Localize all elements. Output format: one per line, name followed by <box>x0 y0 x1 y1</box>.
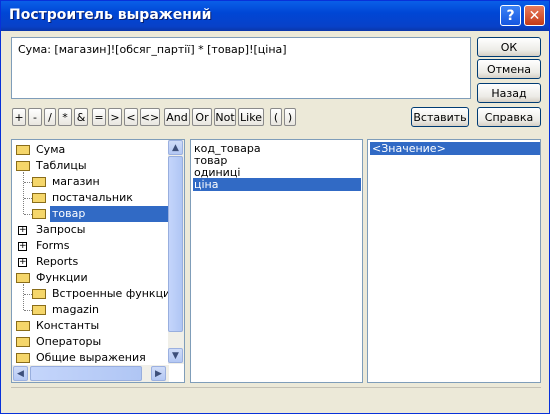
folder-icon <box>32 177 46 187</box>
tree-connector <box>24 182 32 183</box>
scroll-up-button[interactable]: ▲ <box>168 140 183 155</box>
operator-button[interactable]: ( <box>270 108 282 126</box>
tree-connector <box>24 310 32 311</box>
tree-item[interactable]: Запросы <box>34 222 87 238</box>
tree-item[interactable]: магазин <box>50 174 102 190</box>
tree-vscroll[interactable]: ▲ ▼ <box>168 140 184 364</box>
scroll-down-button[interactable]: ▼ <box>168 348 183 363</box>
tree-item[interactable]: Таблицы <box>34 158 89 174</box>
expression-text: Сума: [магазин]![обсяг_партії] * [товар]… <box>18 43 287 56</box>
folder-icon <box>32 289 46 299</box>
operator-button[interactable]: ) <box>284 108 296 126</box>
folder-icon <box>16 337 30 347</box>
question-icon: ? <box>506 7 515 24</box>
hscroll-thumb[interactable] <box>30 366 142 381</box>
title-bar: Построитель выражений ? ✕ <box>1 1 549 31</box>
operator-button[interactable]: Not <box>214 108 236 126</box>
tree-item[interactable]: Сума <box>34 142 67 158</box>
window-title: Построитель выражений <box>9 7 212 23</box>
tree-item[interactable]: Общие выражения <box>34 350 148 366</box>
close-icon: ✕ <box>528 7 541 24</box>
scroll-thumb[interactable] <box>168 156 183 332</box>
arrow-left-icon: ◀ <box>17 368 24 379</box>
operator-button[interactable]: < <box>124 108 138 126</box>
operator-button[interactable]: & <box>74 108 88 126</box>
operator-button[interactable]: - <box>28 108 42 126</box>
scroll-left-button[interactable]: ◀ <box>13 366 28 381</box>
object-tree[interactable]: Сума Таблицы магазин постачальник товар + Запр… <box>11 139 185 383</box>
folder-icon <box>16 145 30 155</box>
tree-connector <box>23 284 24 310</box>
insert-button[interactable]: Вставить <box>411 107 469 127</box>
tree-item[interactable]: Константы <box>34 318 101 334</box>
operator-button[interactable]: / <box>44 108 56 126</box>
folder-open-icon <box>32 209 46 219</box>
operator-button[interactable]: > <box>108 108 122 126</box>
field-item[interactable]: ціна <box>193 178 361 191</box>
ok-button[interactable]: ОК <box>477 37 541 57</box>
expression-builder-window: Построитель выражений ? ✕ Сума: [магазин… <box>0 0 550 414</box>
expand-icon[interactable]: + <box>18 258 27 267</box>
operator-button[interactable]: <> <box>140 108 160 126</box>
tree-connector <box>24 198 32 199</box>
tree-item[interactable]: magazin <box>50 302 101 318</box>
tree-item[interactable]: Reports <box>34 254 80 270</box>
back-button[interactable]: Назад <box>477 83 541 103</box>
tree-item[interactable]: Forms <box>34 238 71 254</box>
folder-icon <box>32 305 46 315</box>
operator-button[interactable]: + <box>12 108 26 126</box>
operator-button[interactable]: Like <box>238 108 264 126</box>
expand-icon[interactable]: + <box>18 226 27 235</box>
tree-connector <box>24 214 32 215</box>
value-item[interactable]: <Значение> <box>370 142 540 155</box>
help-title-button[interactable]: ? <box>500 5 521 26</box>
folder-icon <box>16 321 30 331</box>
field-list[interactable]: код_товара товар одиниці ціна <box>190 139 363 383</box>
operator-button[interactable]: Or <box>192 108 212 126</box>
tree-item[interactable]: товар <box>50 206 170 222</box>
tree-hscroll[interactable]: ◀ ▶ <box>12 365 169 382</box>
operator-button[interactable]: = <box>92 108 106 126</box>
expand-icon[interactable]: + <box>18 242 27 251</box>
folder-icon <box>32 193 46 203</box>
folder-icon <box>16 353 30 363</box>
arrow-up-icon: ▲ <box>172 142 179 153</box>
cancel-button[interactable]: Отмена <box>477 59 541 79</box>
tree-item[interactable]: Встроенные функции <box>50 286 179 302</box>
expression-box[interactable]: Сума: [магазин]![обсяг_партії] * [товар]… <box>11 37 471 99</box>
arrow-down-icon: ▼ <box>172 350 179 361</box>
value-list[interactable]: <Значение> <box>367 139 541 383</box>
tree-connector <box>24 294 32 295</box>
tree-item[interactable]: постачальник <box>50 190 135 206</box>
tree-connector <box>23 172 24 214</box>
folder-open-icon <box>16 273 30 283</box>
operator-button[interactable]: And <box>164 108 190 126</box>
arrow-right-icon: ▶ <box>155 368 162 379</box>
help-button[interactable]: Справка <box>477 107 541 127</box>
tree-item[interactable]: Операторы <box>34 334 103 350</box>
tree-item[interactable]: Функции <box>34 270 90 286</box>
close-button[interactable]: ✕ <box>524 5 545 26</box>
operator-button[interactable]: * <box>58 108 72 126</box>
status-bar <box>11 387 541 408</box>
folder-open-icon <box>16 161 30 171</box>
scroll-right-button[interactable]: ▶ <box>151 366 166 381</box>
